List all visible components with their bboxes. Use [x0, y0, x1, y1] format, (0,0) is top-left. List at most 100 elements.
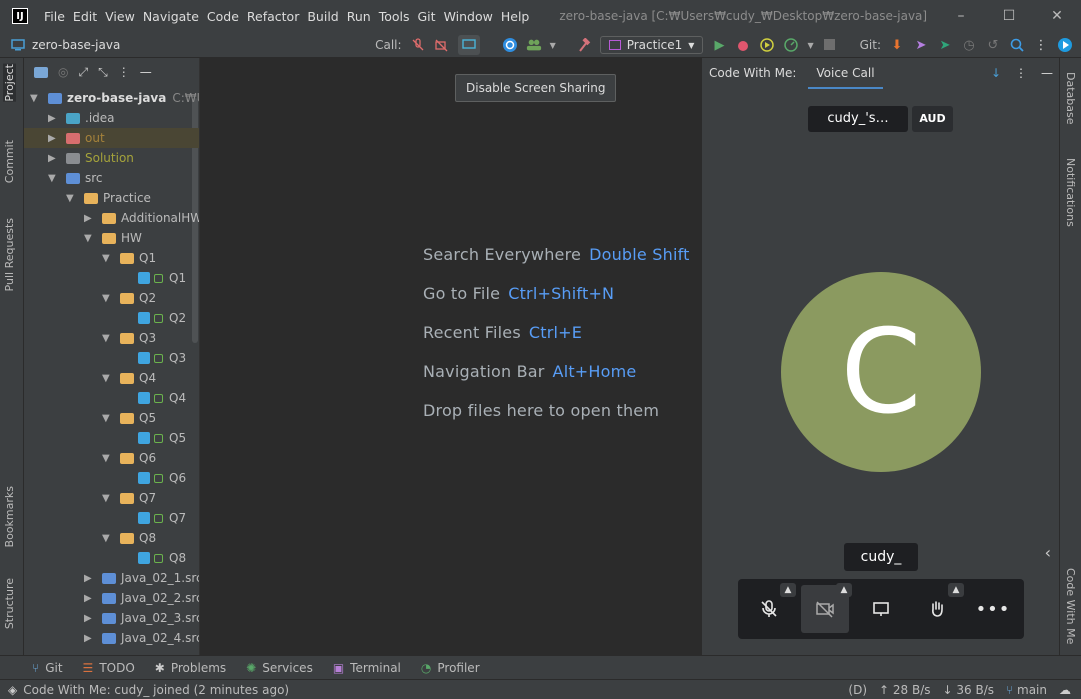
tool-tab-services[interactable]: ✺ Services — [246, 661, 313, 675]
chevron-down-icon[interactable]: ▼ — [102, 453, 114, 464]
tree-item-q-class[interactable]: Q4 — [138, 388, 186, 408]
tree-item-q-class[interactable]: Q2 — [138, 308, 186, 328]
debug-icon[interactable] — [735, 37, 751, 53]
profile-icon[interactable] — [783, 37, 799, 53]
tree-item-q-folder[interactable]: ▼ Q3 — [102, 328, 156, 348]
tree-item-src-package[interactable]: ▶ Java_02_2.src — [84, 588, 199, 608]
maximize-button[interactable]: ☐ — [985, 0, 1033, 32]
tree-item-q-folder[interactable]: ▼ Q6 — [102, 448, 156, 468]
git-update-icon[interactable]: ⬇ — [889, 37, 905, 53]
chevron-right-icon[interactable]: ▶ — [84, 613, 96, 624]
menu-code[interactable]: Code — [207, 9, 247, 24]
tree-item-src-package[interactable]: ▶ Java_02_4.src — [84, 628, 199, 648]
download-icon[interactable]: ↓ — [991, 66, 1001, 80]
tree-item-additionalhw[interactable]: ▶ AdditionalHW — [84, 208, 199, 228]
tree-item-hw[interactable]: ▼ HW — [84, 228, 142, 248]
tool-tab-structure[interactable]: Structure — [3, 578, 16, 629]
close-button[interactable]: ✕ — [1033, 0, 1081, 32]
rollback-icon[interactable]: ↺ — [985, 37, 1001, 53]
tree-item-idea[interactable]: ▶ .idea — [48, 108, 115, 128]
coverage-icon[interactable] — [759, 37, 775, 53]
screen-share-icon[interactable] — [457, 35, 480, 55]
more-vertical-icon[interactable]: ⋮ — [1033, 37, 1049, 53]
chevron-right-icon[interactable]: ▶ — [84, 573, 96, 584]
screen-share-button[interactable] — [857, 585, 905, 633]
plugin-icon[interactable] — [1057, 37, 1073, 53]
tree-item-q-folder[interactable]: ▼ Q7 — [102, 488, 156, 508]
hide-icon[interactable]: — — [1041, 66, 1053, 80]
hint-shortcut[interactable]: Alt+Home — [553, 362, 637, 381]
menu-run[interactable]: Run — [347, 9, 379, 24]
chevron-down-icon[interactable]: ▼ — [30, 93, 42, 104]
mic-options-caret[interactable]: ▲ — [780, 583, 796, 597]
chevron-down-icon[interactable]: ▼ — [102, 373, 114, 384]
tool-tab-terminal[interactable]: ▣ Terminal — [333, 661, 401, 675]
tree-item-practice[interactable]: ▼ Practice — [66, 188, 151, 208]
project-widget[interactable]: zero-base-java — [10, 37, 120, 53]
chevron-left-icon[interactable]: ‹ — [1045, 543, 1051, 562]
tab-voice-call[interactable]: Voice Call — [808, 66, 883, 89]
tool-tab-todo[interactable]: ☰ TODO — [83, 661, 135, 675]
tree-item-q-class[interactable]: Q7 — [138, 508, 186, 528]
tool-tab-problems[interactable]: ✱ Problems — [155, 661, 226, 675]
tool-tab-pull-requests[interactable]: Pull Requests — [3, 218, 16, 291]
menu-help[interactable]: Help — [501, 9, 538, 24]
hand-options-caret[interactable]: ▲ — [948, 583, 964, 597]
users-icon[interactable] — [526, 37, 542, 53]
tree-item-q-folder[interactable]: ▼ Q5 — [102, 408, 156, 428]
hammer-icon[interactable] — [576, 37, 592, 53]
chevron-down-icon[interactable]: ▼ — [84, 233, 96, 244]
tool-tab-commit[interactable]: Commit — [3, 140, 16, 183]
chevron-right-icon[interactable]: ▶ — [84, 593, 96, 604]
tree-item-q-class[interactable]: Q6 — [138, 468, 186, 488]
hide-icon[interactable]: — — [140, 65, 152, 79]
chevron-down-icon[interactable]: ▼ — [102, 333, 114, 344]
more-vertical-icon[interactable]: ⋮ — [1015, 66, 1027, 80]
history-icon[interactable]: ◷ — [961, 37, 977, 53]
chevron-down-icon[interactable]: ▼ — [66, 193, 78, 204]
layers-icon[interactable]: ◈ — [8, 683, 17, 697]
tree-item-root[interactable]: ▼ zero-base-java C:₩Use — [30, 88, 199, 108]
tool-tab-project[interactable]: Project — [3, 64, 16, 102]
tree-item-q-folder[interactable]: ▼ Q2 — [102, 288, 156, 308]
git-commit-icon[interactable]: ➤ — [913, 37, 929, 53]
tree-item-q-class[interactable]: Q8 — [138, 548, 186, 568]
tree-item-q-folder[interactable]: ▼ Q4 — [102, 368, 156, 388]
chevron-down-icon[interactable]: ▼ — [102, 293, 114, 304]
menu-view[interactable]: View — [105, 9, 143, 24]
mute-mic-icon[interactable] — [410, 37, 426, 53]
menu-file[interactable]: File — [44, 9, 73, 24]
git-branch-widget[interactable]: ⑂ main — [1006, 683, 1047, 697]
menu-navigate[interactable]: Navigate — [143, 9, 207, 24]
tree-item-q-folder[interactable]: ▼ Q8 — [102, 528, 156, 548]
menu-refactor[interactable]: Refactor — [247, 9, 307, 24]
menu-build[interactable]: Build — [307, 9, 346, 24]
expand-all-icon[interactable]: ⤢ — [78, 65, 88, 80]
more-vertical-icon[interactable]: ⋮ — [118, 65, 130, 79]
status-message[interactable]: Code With Me: cudy_ joined (2 minutes ag… — [23, 683, 289, 697]
tree-item-solution[interactable]: ▶ Solution — [48, 148, 134, 168]
chevron-right-icon[interactable]: ▶ — [84, 633, 96, 644]
hint-shortcut[interactable]: Double Shift — [589, 245, 690, 264]
project-view-icon[interactable] — [34, 66, 48, 78]
menu-window[interactable]: Window — [444, 9, 501, 24]
locate-icon[interactable]: ◎ — [58, 65, 68, 79]
tool-tab-database[interactable]: Database — [1064, 72, 1077, 125]
chevron-right-icon[interactable]: ▶ — [48, 153, 60, 164]
minimize-button[interactable]: – — [937, 0, 985, 32]
tree-item-q-class[interactable]: Q5 — [138, 428, 186, 448]
tool-tab-git[interactable]: ⑂ Git — [32, 661, 63, 675]
tree-item-src-package[interactable]: ▶ Java_02_1.src — [84, 568, 199, 588]
chevron-down-icon[interactable]: ▼ — [48, 173, 60, 184]
chevron-down-icon[interactable]: ▼ — [807, 41, 813, 50]
chevron-down-icon[interactable]: ▼ — [102, 413, 114, 424]
run-icon[interactable]: ▶ — [711, 37, 727, 53]
tree-item-q-class[interactable]: Q1 — [138, 268, 186, 288]
tree-item-out[interactable]: ▶ out — [24, 128, 199, 148]
more-options-button[interactable]: ••• — [969, 585, 1017, 633]
menu-git[interactable]: Git — [418, 9, 444, 24]
tool-tab-code-with-me[interactable]: Code With Me — [1064, 568, 1077, 644]
tool-tab-bookmarks[interactable]: Bookmarks — [3, 486, 16, 547]
menu-edit[interactable]: Edit — [73, 9, 105, 24]
search-icon[interactable] — [1009, 37, 1025, 53]
